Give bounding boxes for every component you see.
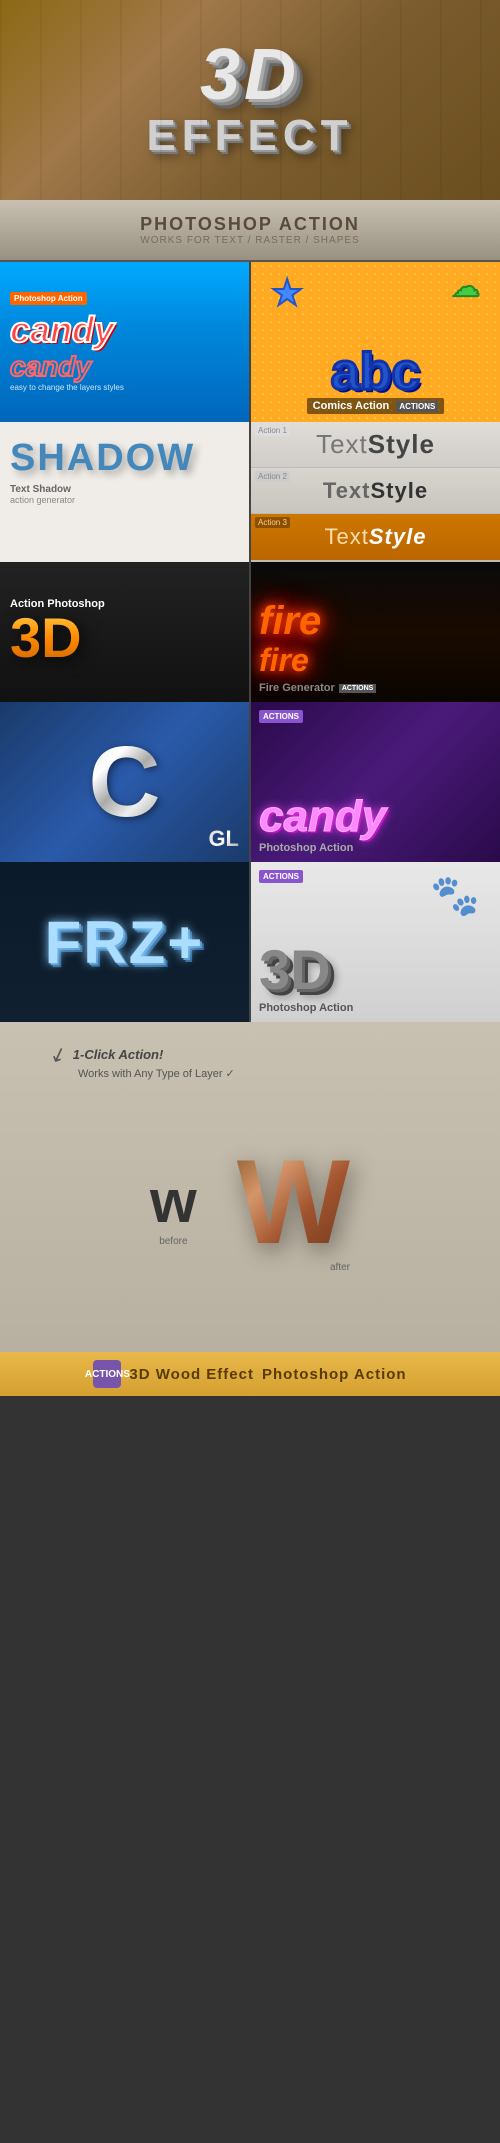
paw3d-text: 3D: [259, 937, 331, 1002]
textstyle-bold-3: Style: [369, 524, 427, 550]
action-badge-3: Action 3: [255, 517, 290, 528]
wood-w-before: w before: [150, 1167, 197, 1247]
wood-actions-label: ACTIONS: [85, 1369, 130, 1380]
paw3d-label: Photoshop Action: [259, 1002, 353, 1014]
candy2-actions-badge: ACTIONS: [259, 710, 303, 723]
candy2-text: candy: [259, 792, 386, 842]
click-action-text: 1-Click Action!: [73, 1047, 164, 1062]
freeze-text: FRZ+: [45, 908, 205, 977]
textstyle-container: Action 1 Text Style Action 2 Text Style …: [251, 422, 500, 562]
wood-w-main: W: [237, 1142, 350, 1262]
textstyle-row-2: Action 2 Text Style: [251, 468, 500, 514]
arrow-icon: ↙: [46, 1040, 70, 1069]
wood-bottom-right: Photoshop Action: [262, 1366, 407, 1383]
wood-w-3d: W after: [237, 1142, 350, 1273]
shadow-text: SHADOW: [10, 437, 195, 480]
candy-card: Photoshop Action candy candy easy to cha…: [0, 262, 249, 422]
freeze-card: FRZ+: [0, 862, 249, 1022]
candy-text-1: candy: [10, 309, 114, 351]
textstyle-row-1: Action 1 Text Style: [251, 422, 500, 468]
fire-text-1: fire: [259, 599, 321, 643]
hero-section: 3D EFFECT: [0, 0, 500, 200]
wood-bottom-bar: ACTIONS 3D Wood Effect Photoshop Action: [0, 1352, 500, 1396]
action-badge-1: Action 1: [255, 425, 290, 436]
banner-title: PHOTOSHOP ACTION: [140, 214, 360, 235]
action3d-card: Action Photoshop 3D: [0, 562, 249, 702]
action-badge-2: Action 2: [255, 471, 290, 482]
chrome-letter: C: [88, 732, 160, 832]
shadow-subtitle: Text Shadow: [10, 484, 71, 495]
chrome-card: C GL: [0, 702, 249, 862]
wood-w-flat: w: [150, 1167, 197, 1236]
comics-abc-text: abc: [331, 346, 421, 398]
comics-label: Comics Action ACTIONS: [307, 398, 445, 414]
wood-bottom-text: 3D Wood Effect: [129, 1366, 254, 1383]
fire-label: Fire Generator: [259, 682, 335, 694]
textstyle-text-1: Text: [316, 429, 368, 460]
textstyle-bold-2: Style: [371, 478, 429, 504]
comics-cloud-icon: ☁: [452, 270, 480, 303]
hero-effect-text: EFFECT: [146, 111, 353, 161]
wood-before-label: before: [159, 1236, 187, 1247]
grid-row-3: Action Photoshop 3D fire fire Fire Gener…: [0, 562, 500, 702]
candy-small: easy to change the layers styles: [10, 383, 124, 392]
grid-row-4: C GL ACTIONS candy Photoshop Action: [0, 702, 500, 862]
grid-row-5: FRZ+ ACTIONS 🐾 3D Photoshop Action: [0, 862, 500, 1022]
candy2-label: Photoshop Action: [259, 842, 353, 854]
wood-logo-badge: ACTIONS: [93, 1360, 121, 1388]
textstyle-text-2: Text: [323, 478, 371, 504]
action3d-text: 3D: [10, 610, 82, 666]
candy-text-2: candy: [10, 351, 91, 383]
textstyle-text-3: Text: [325, 524, 369, 550]
grid-row-2: SHADOW Text Shadow action generator Acti…: [0, 422, 500, 562]
grid-row-1: Photoshop Action candy candy easy to cha…: [0, 262, 500, 422]
banner-subtitle: WORKS FOR TEXT / RASTER / SHAPES: [140, 235, 359, 246]
fire-text-2: fire: [259, 643, 309, 678]
wood-w-container: w before W after: [150, 1142, 350, 1273]
wood-section: ↙ 1-Click Action! Works with Any Type of…: [0, 1022, 500, 1352]
comics-star-icon: ★: [271, 272, 303, 314]
chrome-small-text: GL: [208, 826, 239, 852]
comics-card: ★ ☁ abc Comics Action ACTIONS: [251, 262, 500, 422]
candy-badge: Photoshop Action: [10, 292, 87, 305]
shadow-card: SHADOW Text Shadow action generator: [0, 422, 249, 562]
paw3d-actions-badge: ACTIONS: [259, 870, 303, 883]
paw3d-card: ACTIONS 🐾 3D Photoshop Action: [251, 862, 500, 1022]
hero-3d-text: 3D: [200, 39, 300, 111]
shadow-subtitle2: action generator: [10, 495, 75, 505]
textstyle-bold-1: Style: [368, 429, 435, 460]
fire-actions-badge: ACTIONS: [339, 684, 377, 693]
works-with-text: Works with Any Type of Layer ✓: [78, 1067, 235, 1080]
action-banner: PHOTOSHOP ACTION WORKS FOR TEXT / RASTER…: [0, 200, 500, 260]
paw-icon: 🐾: [430, 872, 480, 919]
candy2-card: ACTIONS candy Photoshop Action: [251, 702, 500, 862]
textstyle-row-3: Action 3 Text Style: [251, 514, 500, 560]
fire-card: fire fire Fire Generator ACTIONS: [251, 562, 500, 702]
